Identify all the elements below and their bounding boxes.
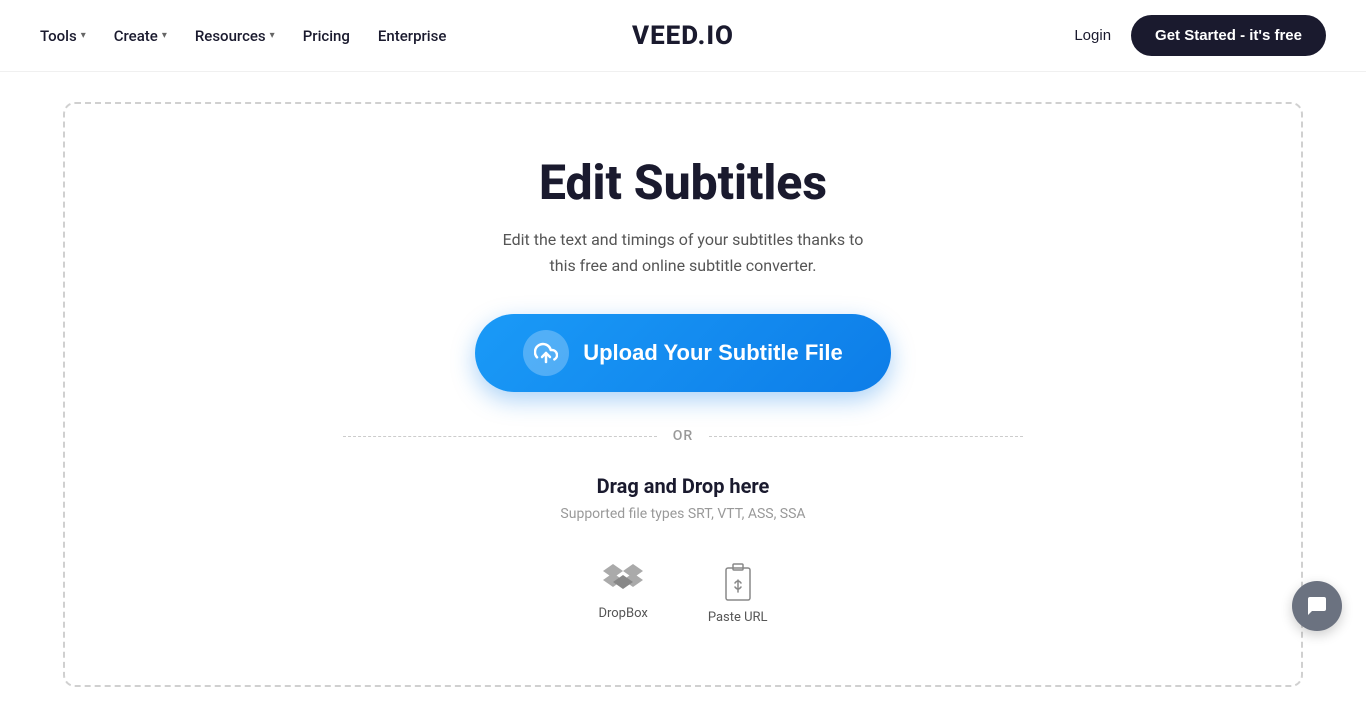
paste-url-label: Paste URL: [708, 610, 768, 625]
chevron-down-icon: ▾: [81, 30, 86, 41]
nav-resources[interactable]: Resources ▾: [195, 27, 275, 45]
upload-arrow-icon: [534, 341, 558, 365]
or-line-right: [709, 436, 1023, 437]
drag-drop-title: Drag and Drop here: [597, 474, 770, 498]
nav-pricing-label: Pricing: [303, 27, 350, 45]
paste-url-integration[interactable]: Paste URL: [708, 562, 768, 625]
upload-subtitle-button[interactable]: Upload Your Subtitle File: [475, 314, 891, 392]
dropbox-icon: [603, 562, 643, 598]
nav-tools[interactable]: Tools ▾: [40, 27, 86, 45]
or-text: OR: [673, 428, 693, 444]
chevron-down-icon: ▾: [162, 30, 167, 41]
chat-widget[interactable]: [1292, 581, 1342, 631]
integration-icons: DropBox Paste URL: [598, 562, 767, 625]
header: Tools ▾ Create ▾ Resources ▾ Pricing Ent…: [0, 0, 1366, 72]
nav-pricing[interactable]: Pricing: [303, 27, 350, 45]
get-started-button[interactable]: Get Started - it's free: [1131, 15, 1326, 56]
login-button[interactable]: Login: [1074, 27, 1111, 44]
dropbox-integration[interactable]: DropBox: [598, 562, 647, 621]
paste-url-icon: [722, 562, 754, 602]
nav-create-label: Create: [114, 27, 158, 45]
page-subtitle: Edit the text and timings of your subtit…: [503, 227, 864, 278]
chat-icon: [1305, 594, 1329, 618]
subtitle-line1: Edit the text and timings of your subtit…: [503, 230, 864, 249]
nav-enterprise-label: Enterprise: [378, 27, 446, 45]
subtitle-line2: this free and online subtitle converter.: [550, 256, 817, 275]
nav-enterprise[interactable]: Enterprise: [378, 27, 446, 45]
dropbox-label: DropBox: [598, 606, 647, 621]
chevron-down-icon: ▾: [270, 30, 275, 41]
nav-create[interactable]: Create ▾: [114, 27, 167, 45]
nav-resources-label: Resources: [195, 27, 266, 45]
page-title: Edit Subtitles: [539, 154, 827, 211]
main-content: Edit Subtitles Edit the text and timings…: [0, 72, 1366, 717]
or-line-left: [343, 436, 657, 437]
upload-btn-label: Upload Your Subtitle File: [583, 340, 843, 366]
nav-left: Tools ▾ Create ▾ Resources ▾ Pricing Ent…: [40, 27, 446, 45]
nav-right: Login Get Started - it's free: [1074, 15, 1326, 56]
logo[interactable]: VEED.IO: [632, 21, 734, 51]
drag-drop-subtitle: Supported file types SRT, VTT, ASS, SSA: [560, 506, 805, 522]
upload-icon-circle: [523, 330, 569, 376]
upload-container: Edit Subtitles Edit the text and timings…: [63, 102, 1303, 687]
or-divider: OR: [343, 428, 1023, 444]
nav-tools-label: Tools: [40, 27, 77, 45]
